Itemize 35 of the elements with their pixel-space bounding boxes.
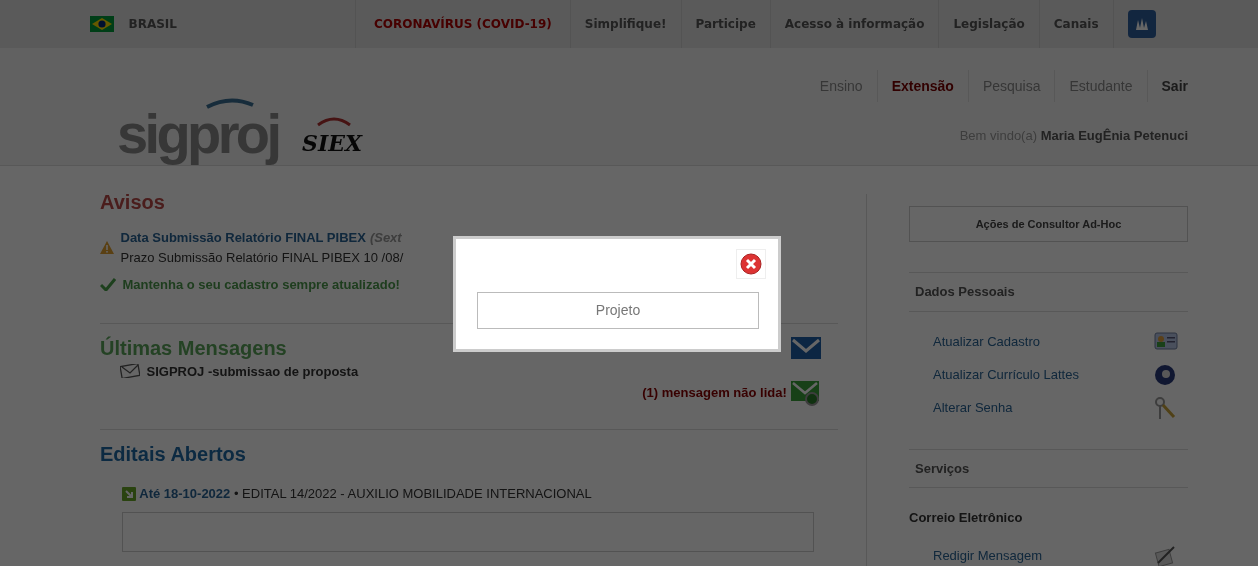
logout-link[interactable]: Sair [1146,70,1188,102]
check-icon [100,278,116,292]
mail-search-icon [790,379,822,407]
envelope-icon [120,364,140,379]
pen-icon [1154,545,1178,566]
country-label[interactable]: BRASIL [128,15,177,33]
section-heading: Editais Abertos [100,442,247,466]
section-title: Dados Pessoais [909,272,1188,312]
disc-icon [1154,364,1178,386]
section-title: Serviços [909,448,1188,488]
section-heading: Avisos [100,190,166,214]
notice-text: Mantenha o seu cadastro sempre atualizado! [122,276,400,294]
close-icon [740,253,762,275]
message-link[interactable]: SIGPROJ -submissao de proposta [146,361,359,381]
sidebar-link[interactable]: Atualizar Currículo Lattes [933,365,1079,385]
sidebar-link[interactable]: Alterar Senha [933,398,1013,418]
notice-link[interactable]: Data Submissão Relatório FINAL PIBEX [120,230,366,245]
warning-icon [100,241,114,254]
close-button[interactable] [736,249,766,279]
id-card-icon [1154,331,1178,353]
section-heading: Últimas Mensagens [100,335,287,360]
unread-count: (1) mensagem não lida! [642,384,787,403]
consultor-button[interactable]: Ações de Consultor Ad-Hoc [909,206,1188,242]
projeto-button[interactable]: Projeto [477,292,759,329]
sidebar-link[interactable]: Atualizar Cadastro [933,332,1040,352]
section-title: Correio Eletrônico [909,509,1024,527]
keys-icon [1154,397,1178,419]
notice-text: Prazo Submissão Relatório FINAL PIBEX 10 /08/ [120,248,404,267]
mail-icon [790,335,822,360]
arrow-icon [122,486,136,501]
sidebar-link[interactable]: Redigir Mensagem [933,546,1043,566]
siex-logo: SIEX [298,111,368,161]
flag-icon [90,16,114,32]
nav-tab[interactable]: Extensão [876,70,968,102]
edital-text: Até 18-10-2022 • EDITAL 14/2022 - AUXILIO MOBILIDADE INTERNACIONAL [139,485,592,503]
